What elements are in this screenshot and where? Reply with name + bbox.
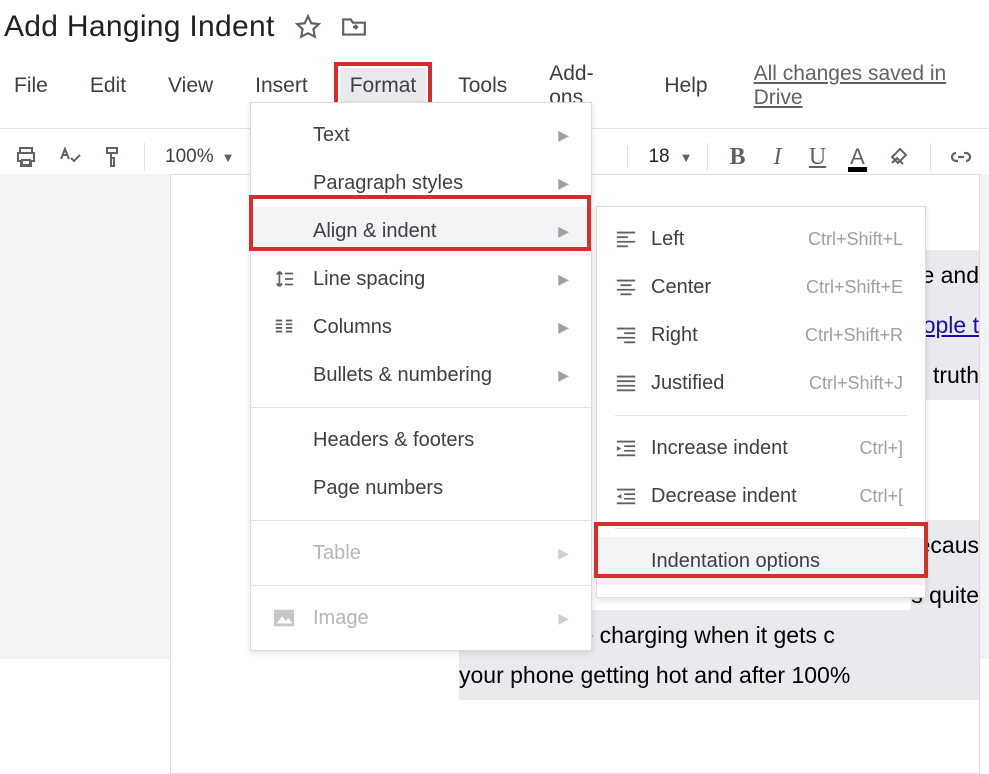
menu-label: Increase indent — [651, 437, 859, 460]
menu-file[interactable]: File — [4, 68, 58, 104]
menu-label: Align & indent — [313, 220, 558, 243]
menu-label: Justified — [651, 372, 809, 395]
shortcut: Ctrl+] — [859, 438, 903, 459]
align-right[interactable]: Right Ctrl+Shift+R — [597, 311, 925, 359]
menu-label: Left — [651, 228, 808, 251]
zoom-dropdown[interactable]: 100% ▼ — [159, 146, 240, 168]
doc-text-fragment[interactable]: ecaus — [918, 520, 979, 570]
spellcheck-icon[interactable] — [54, 141, 86, 173]
toolbar-separator — [707, 143, 708, 171]
indentation-options[interactable]: Indentation options — [597, 537, 925, 585]
font-size-dropdown[interactable]: 18 ▼ — [627, 146, 692, 168]
menu-separator — [615, 528, 907, 529]
shortcut: Ctrl+[ — [859, 486, 903, 507]
font-size-value: 18 — [648, 146, 669, 168]
format-columns[interactable]: Columns ▶ — [251, 303, 591, 351]
align-center[interactable]: Center Ctrl+Shift+E — [597, 263, 925, 311]
chevron-right-icon: ▶ — [558, 367, 569, 384]
menu-label: Headers & footers — [313, 429, 569, 452]
image-icon — [273, 608, 313, 628]
decrease-indent-icon — [615, 486, 651, 506]
chevron-right-icon: ▶ — [558, 319, 569, 336]
increase-indent[interactable]: Increase indent Ctrl+] — [597, 424, 925, 472]
menu-label: Image — [313, 607, 558, 630]
menu-label: Page numbers — [313, 477, 569, 500]
align-center-icon — [615, 277, 651, 297]
document-title[interactable]: Add Hanging Indent — [4, 10, 275, 44]
italic-button[interactable]: I — [762, 141, 794, 173]
toolbar-separator — [144, 143, 145, 171]
menu-insert[interactable]: Insert — [245, 68, 318, 104]
doc-text-fragment[interactable]: your phone getting hot and after 100% — [459, 650, 979, 700]
shortcut: Ctrl+Shift+J — [809, 373, 903, 394]
chevron-right-icon: ▶ — [558, 271, 569, 288]
menu-label: Table — [313, 542, 558, 565]
format-paragraph-styles[interactable]: Paragraph styles ▶ — [251, 159, 591, 207]
align-left-icon — [615, 229, 651, 249]
menu-label: Right — [651, 324, 805, 347]
columns-icon — [273, 316, 313, 338]
format-text[interactable]: Text ▶ — [251, 111, 591, 159]
print-icon[interactable] — [10, 141, 42, 173]
format-line-spacing[interactable]: Line spacing ▶ — [251, 255, 591, 303]
align-indent-submenu: Left Ctrl+Shift+L Center Ctrl+Shift+E Ri… — [596, 206, 926, 598]
menu-separator — [251, 585, 591, 586]
chevron-right-icon: ▶ — [558, 545, 569, 562]
doc-text-fragment[interactable]: e and — [921, 250, 979, 300]
menu-label: Paragraph styles — [313, 172, 558, 195]
format-table: Table ▶ — [251, 529, 591, 577]
chevron-right-icon: ▶ — [558, 127, 569, 144]
zoom-value: 100% — [165, 146, 214, 168]
menu-separator — [251, 407, 591, 408]
menu-tools[interactable]: Tools — [448, 68, 517, 104]
increase-indent-icon — [615, 438, 651, 458]
menu-label: Indentation options — [651, 550, 903, 573]
align-right-icon — [615, 325, 651, 345]
menu-help[interactable]: Help — [654, 68, 717, 104]
format-menu-dropdown: Text ▶ Paragraph styles ▶ Align & indent… — [250, 102, 592, 651]
chevron-down-icon: ▼ — [222, 150, 235, 165]
line-spacing-icon — [273, 268, 313, 290]
menu-label: Bullets & numbering — [313, 364, 558, 387]
star-icon[interactable] — [295, 14, 321, 40]
move-folder-icon[interactable] — [341, 16, 367, 38]
chevron-right-icon: ▶ — [558, 175, 569, 192]
format-align-indent[interactable]: Align & indent ▶ — [251, 207, 591, 255]
shortcut: Ctrl+Shift+E — [806, 277, 903, 298]
shortcut: Ctrl+Shift+R — [805, 325, 903, 346]
menu-view[interactable]: View — [158, 68, 223, 104]
menu-separator — [615, 415, 907, 416]
align-justify-icon — [615, 373, 651, 393]
underline-button[interactable]: U — [802, 141, 834, 173]
shortcut: Ctrl+Shift+L — [808, 229, 903, 250]
menu-separator — [251, 520, 591, 521]
menu-label: Columns — [313, 316, 558, 339]
format-bullets-numbering[interactable]: Bullets & numbering ▶ — [251, 351, 591, 399]
format-image: Image ▶ — [251, 594, 591, 642]
format-page-numbers[interactable]: Page numbers — [251, 464, 591, 512]
bold-button[interactable]: B — [722, 141, 754, 173]
toolbar-separator — [930, 143, 931, 171]
chevron-right-icon: ▶ — [558, 610, 569, 627]
menu-edit[interactable]: Edit — [80, 68, 136, 104]
menu-label: Decrease indent — [651, 485, 859, 508]
menu-label: Text — [313, 124, 558, 147]
paint-format-icon[interactable] — [98, 141, 130, 173]
format-headers-footers[interactable]: Headers & footers — [251, 416, 591, 464]
insert-link-button[interactable] — [945, 141, 977, 173]
save-status[interactable]: All changes saved in Drive — [754, 62, 985, 110]
menu-label: Center — [651, 276, 806, 299]
align-justified[interactable]: Justified Ctrl+Shift+J — [597, 359, 925, 407]
menu-label: Line spacing — [313, 268, 558, 291]
text-color-button[interactable]: A — [842, 141, 874, 173]
chevron-down-icon: ▼ — [680, 150, 693, 165]
chevron-right-icon: ▶ — [558, 223, 569, 240]
menu-format[interactable]: Format — [340, 68, 427, 104]
align-left[interactable]: Left Ctrl+Shift+L — [597, 215, 925, 263]
decrease-indent[interactable]: Decrease indent Ctrl+[ — [597, 472, 925, 520]
highlight-color-button[interactable] — [884, 141, 916, 173]
